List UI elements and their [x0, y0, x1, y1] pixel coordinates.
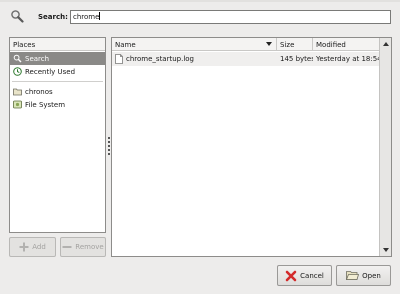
places-item-label: chronos	[25, 87, 53, 96]
file-list-header: Name Size Modified	[112, 38, 380, 51]
search-input[interactable]: chrome	[70, 10, 391, 24]
text-file-icon	[115, 54, 123, 64]
places-header[interactable]: Places	[10, 38, 105, 51]
open-button-label: Open	[362, 271, 381, 280]
search-icon	[13, 54, 22, 63]
dialog-top-edge	[0, 0, 400, 2]
search-magnifier-icon	[10, 9, 24, 23]
text-cursor	[99, 12, 101, 20]
sort-descending-icon	[266, 42, 272, 46]
remove-bookmark-button[interactable]: Remove	[60, 237, 106, 257]
add-button-label: Add	[32, 243, 46, 251]
cancel-button[interactable]: Cancel	[277, 265, 332, 286]
minus-icon	[62, 242, 72, 252]
column-header-size[interactable]: Size	[277, 38, 313, 51]
places-item-label: File System	[25, 100, 66, 109]
plus-icon	[19, 242, 29, 252]
file-list: Name Size Modified chrome_startup.log 14…	[111, 37, 392, 257]
file-size: 145 bytes	[280, 55, 313, 63]
scroll-down-arrow-icon[interactable]	[383, 248, 389, 252]
places-separator	[12, 81, 103, 82]
column-header-modified[interactable]: Modified	[313, 38, 380, 51]
places-item-recently-used[interactable]: Recently Used	[10, 65, 105, 78]
search-input-value: chrome	[73, 13, 100, 21]
file-row[interactable]: chrome_startup.log 145 bytes Yesterday a…	[112, 52, 380, 66]
column-header-label: Name	[115, 41, 136, 49]
places-item-file-system[interactable]: File System	[10, 98, 105, 111]
file-name: chrome_startup.log	[126, 55, 194, 63]
cancel-button-label: Cancel	[300, 271, 324, 280]
column-header-label: Size	[280, 41, 295, 49]
column-header-name[interactable]: Name	[112, 38, 277, 51]
folder-icon	[13, 87, 22, 96]
file-modified: Yesterday at 18:54	[316, 55, 380, 63]
places-panel: Places Search Recently Used chronos File…	[9, 37, 106, 233]
add-bookmark-button[interactable]: Add	[9, 237, 56, 257]
remove-button-label: Remove	[75, 243, 104, 251]
open-button[interactable]: Open	[336, 265, 391, 286]
places-header-label: Places	[13, 41, 36, 49]
vertical-scrollbar[interactable]	[379, 38, 391, 256]
pane-resize-handle[interactable]	[108, 137, 110, 157]
filesystem-icon	[13, 100, 22, 109]
open-folder-icon	[346, 270, 360, 281]
places-item-label: Recently Used	[25, 67, 76, 76]
file-name-cell: chrome_startup.log	[115, 52, 275, 66]
places-item-search[interactable]: Search	[10, 52, 105, 65]
places-item-label: Search	[25, 54, 50, 63]
scroll-up-arrow-icon[interactable]	[383, 42, 389, 46]
column-header-label: Modified	[316, 41, 346, 49]
recent-icon	[13, 67, 22, 76]
search-label: Search:	[38, 13, 68, 21]
cancel-x-icon	[285, 270, 297, 282]
places-item-chronos[interactable]: chronos	[10, 85, 105, 98]
